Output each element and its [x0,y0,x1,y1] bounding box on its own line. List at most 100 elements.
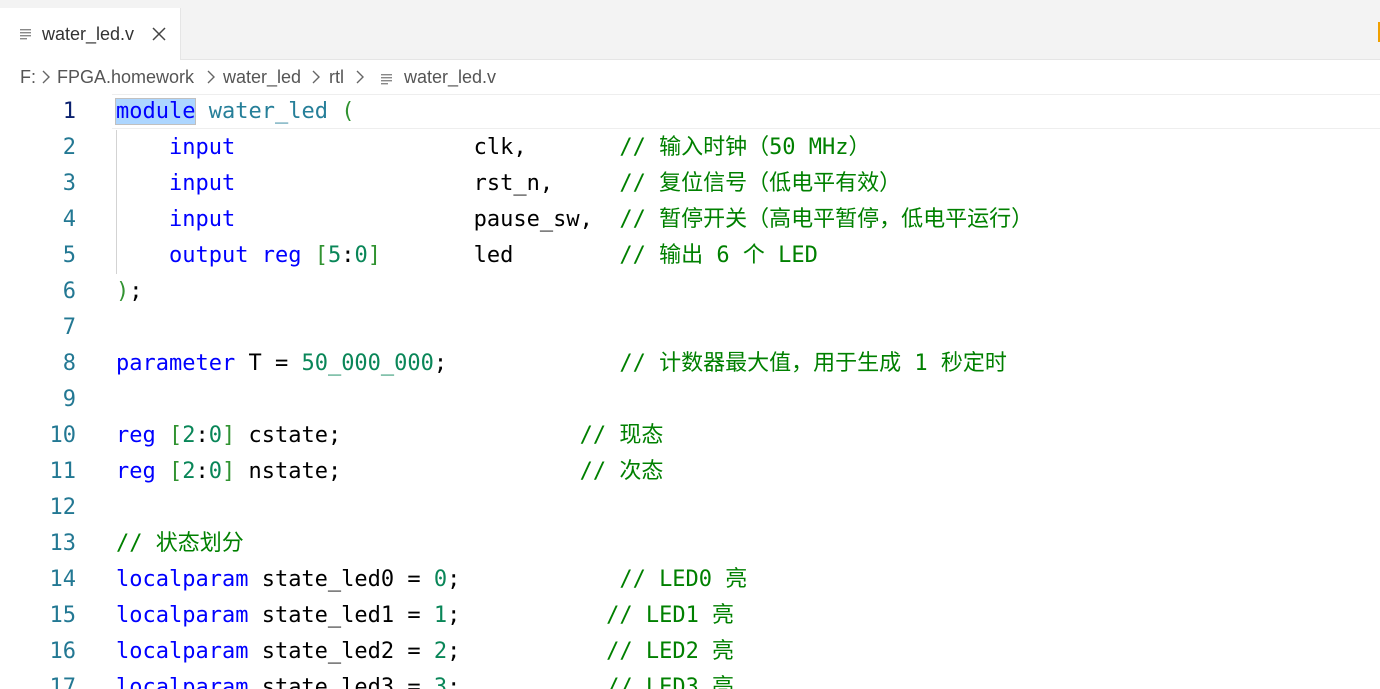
code-token: module [114,98,197,125]
code-token: // 复位信号（低电平有效） [619,171,902,196]
chevron-right-icon [356,70,364,84]
file-lines-icon [20,29,31,40]
line-number: 6 [62,279,76,304]
chevron-right-icon [312,70,320,84]
chevron-right-icon [42,70,50,84]
code-token: // 输出 6 个 LED [619,243,818,268]
code-token: ; [447,675,607,689]
code-text: localparam state_led2 = 2; // LED2 亮 [116,634,734,670]
code-line[interactable]: 8 parameter T = 50_000_000; // 计数器最大值，用于生… [0,346,1380,382]
code-token: cstate; [235,423,580,448]
code-token: input [168,207,236,232]
code-line[interactable]: 7 [0,310,1380,346]
line-number: 2 [62,135,76,160]
chevron-right-icon [207,70,215,84]
code-line[interactable]: 17 localparam state_led3 = 3; // LED3 亮 [0,670,1380,689]
code-line[interactable]: 12 [0,490,1380,526]
breadcrumb: F: FPGA.homework water_led rtl water_led… [0,60,1380,94]
code-token: 0 [208,423,222,448]
code-token: 2 [182,459,196,484]
code-token: reg [116,459,156,484]
code-text: input rst_n, // 复位信号（低电平有效） [116,166,901,202]
breadcrumb-item-fpga-homework[interactable]: FPGA.homework [57,66,194,88]
line-number: 4 [62,207,76,232]
code-token: led [380,243,620,268]
code-token: [ [314,243,328,268]
code-text: localparam state_led0 = 0; // LED0 亮 [116,562,747,598]
line-number: 13 [49,531,77,556]
code-token: // 次态 [579,459,664,484]
code-editor[interactable]: 1 module water_led (2 input clk, // 输入时钟（… [0,94,1380,689]
code-token: nstate; [235,459,580,484]
code-line[interactable]: 4 input pause_sw, // 暂停开关（高电平暂停，低电平运行） [0,202,1380,238]
code-text: output reg [5:0] led // 输出 6 个 LED [116,238,818,274]
line-number: 1 [62,99,76,124]
code-token: ] [222,423,236,448]
line-number: 11 [49,459,77,484]
code-line[interactable]: 15 localparam state_led1 = 1; // LED1 亮 [0,598,1380,634]
code-token: : [195,459,209,484]
code-token: ; [447,603,607,628]
code-token: ) [116,279,130,304]
code-text: ); [116,274,143,310]
code-token: water_led [208,99,328,124]
code-token: // LED2 亮 [606,639,735,664]
close-icon[interactable] [149,24,169,44]
line-number: 17 [49,675,77,689]
code-token: pause_sw, [235,207,620,232]
line-number: 7 [62,315,76,340]
code-line[interactable]: 10 reg [2:0] cstate; // 现态 [0,418,1380,454]
code-token: 5 [327,243,342,268]
code-token: // 暂停开关（高电平暂停，低电平运行） [619,207,1034,232]
line-number: 16 [49,639,77,664]
code-token: reg [116,423,156,448]
line-number: 5 [62,243,76,268]
code-token: reg [261,243,302,268]
code-token: rst_n, [235,171,620,196]
code-token: clk, [235,135,620,160]
code-token: // LED0 亮 [619,567,748,592]
code-line[interactable]: 6); [0,274,1380,310]
code-line[interactable]: 11 reg [2:0] nstate; // 次态 [0,454,1380,490]
code-token: [ [169,423,183,448]
breadcrumb-item-file[interactable]: water_led.v [404,66,496,88]
breadcrumb-item-rtl[interactable]: rtl [329,66,344,88]
code-token: // 现态 [579,423,664,448]
code-token: 0 [433,567,448,592]
breadcrumb-item-drive[interactable]: F: [20,66,36,88]
code-line[interactable]: 2 input clk, // 输入时钟（50 MHz） [0,130,1380,166]
code-line[interactable]: 3 input rst_n, // 复位信号（低电平有效） [0,166,1380,202]
code-line[interactable]: 16 localparam state_led2 = 2; // LED2 亮 [0,634,1380,670]
code-token: state_led1 = [248,603,434,628]
code-text: input clk, // 输入时钟（50 MHz） [116,130,871,166]
code-line[interactable]: 9 [0,382,1380,418]
code-line[interactable]: 14 localparam state_led0 = 0; // LED0 亮 [0,562,1380,598]
code-token: ] [367,243,381,268]
code-token: input [168,135,236,160]
code-token: state_led2 = [248,639,434,664]
code-text: reg [2:0] cstate; // 现态 [116,418,663,454]
code-token: state_led0 = [248,567,434,592]
code-line[interactable]: 13 // 状态划分 [0,526,1380,562]
code-token: 2 [182,423,196,448]
code-token: localparam [116,675,249,689]
code-token: // LED1 亮 [606,603,735,628]
code-token: // 输入时钟（50 MHz） [619,135,871,160]
code-text: reg [2:0] nstate; // 次态 [116,454,663,490]
code-token: 3 [433,675,448,689]
code-token: 0 [208,459,222,484]
code-line[interactable]: 1 module water_led ( [0,94,1380,130]
line-number: 3 [62,171,76,196]
code-token: 50_000_000 [301,351,434,376]
editor-tab-water-led[interactable]: water_led.v [0,8,181,60]
code-token: // 计数器最大值，用于生成 1 秒定时 [619,351,1007,376]
code-line[interactable]: 5 output reg [5:0] led // 输出 6 个 LED [0,238,1380,274]
breadcrumb-item-water-led[interactable]: water_led [223,66,301,88]
code-token: T = [235,351,302,376]
